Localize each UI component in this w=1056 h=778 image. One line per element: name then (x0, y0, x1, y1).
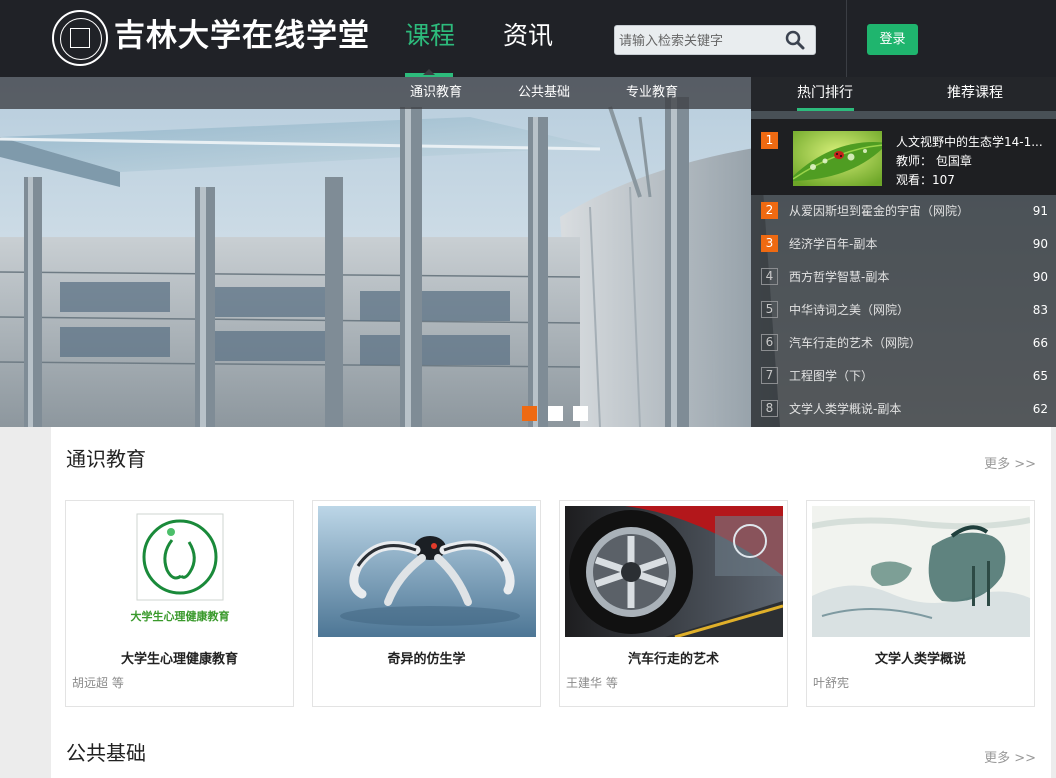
more-link-general-education[interactable]: 更多 >> (984, 453, 1036, 472)
ranking-course-title[interactable]: 从爱因斯坦到霍金的宇宙（网院） (789, 195, 969, 227)
rank-number: 3 (761, 235, 778, 252)
ranking-course-title[interactable]: 西方哲学智慧-副本 (789, 261, 889, 293)
ranking-row[interactable]: 6 汽车行走的艺术（网院） 66 (751, 327, 1056, 360)
rank-number: 2 (761, 202, 778, 219)
nav-caret-icon (423, 69, 435, 75)
course-card[interactable]: 文学人类学概说 叶舒宪 (806, 500, 1035, 707)
course-thumbnail-car-wheel (565, 506, 783, 637)
ranking-course-title[interactable]: 中华诗词之美（网院） (789, 294, 909, 326)
ranking-view-count: 65 (1032, 369, 1048, 383)
course-card[interactable]: 奇异的仿生学 (312, 500, 541, 707)
ranking-course-title[interactable]: 工程图学（下） (789, 360, 873, 392)
nav-courses[interactable]: 课程 (405, 18, 455, 54)
ranking-row[interactable]: 7 工程图学（下） 65 (751, 360, 1056, 393)
site-header: 吉林大学在线学堂 课程 资讯 登录 (0, 0, 1056, 77)
section-title-public-foundation: 公共基础 (66, 741, 146, 765)
university-seal-icon[interactable] (52, 10, 108, 66)
subnav-public-foundation[interactable]: 公共基础 (518, 77, 570, 109)
carousel-dot-1[interactable] (522, 406, 537, 421)
course-card[interactable]: 大学生心理健康教育 大学生心理健康教育 胡远超 等 (65, 500, 294, 707)
ranking-view-count: 91 (1032, 204, 1048, 218)
active-tab-indicator (797, 108, 854, 111)
course-thumbnail-landscape-painting (812, 506, 1030, 637)
logo-site-name: 在线学堂 (242, 18, 370, 54)
rank-number: 5 (761, 301, 778, 318)
carousel-dot-2[interactable] (548, 406, 563, 421)
ranking-course-title[interactable]: 经济学百年-副本 (789, 228, 877, 260)
rank-number: 8 (761, 400, 778, 417)
top-course-teacher: 教师： 包国章 (896, 154, 972, 168)
course-title[interactable]: 奇异的仿生学 (313, 648, 540, 667)
ranking-view-count: 90 (1032, 237, 1048, 251)
hero-banner[interactable]: 通识教育 公共基础 专业教育 热门排行 推荐课程 1 人文视野中的生态学14-1… (0, 77, 1056, 427)
ranking-top-item[interactable]: 1 人文视野中的生态学14-1... 教师： 包国章 观看：107 (751, 119, 1056, 195)
header-divider (846, 0, 847, 77)
course-thumbnail-psychology-logo: 大学生心理健康教育 (71, 506, 289, 637)
site-logo[interactable]: 吉林大学在线学堂 (114, 14, 370, 58)
ranking-course-title[interactable]: 汽车行走的艺术（网院） (789, 327, 921, 359)
main-content: 通识教育 更多 >> 大学生心理健康教育 大学生心理健康教育 胡远超 等 奇异的… (51, 427, 1051, 778)
rank-number: 4 (761, 268, 778, 285)
top-course-views: 观看：107 (896, 173, 955, 187)
subnav-general-education[interactable]: 通识教育 (410, 77, 462, 109)
course-title[interactable]: 汽车行走的艺术 (560, 648, 787, 667)
login-button[interactable]: 登录 (867, 24, 918, 55)
course-title[interactable]: 大学生心理健康教育 (66, 648, 293, 667)
search-icon[interactable] (785, 30, 805, 50)
logo-university-name: 吉林大学 (114, 18, 242, 54)
more-link-public-foundation[interactable]: 更多 >> (984, 747, 1036, 766)
course-title[interactable]: 文学人类学概说 (807, 648, 1034, 667)
ranking-view-count: 66 (1032, 336, 1048, 350)
course-teacher: 胡远超 等 (72, 676, 124, 690)
ranking-tabs: 热门排行 推荐课程 (751, 77, 1056, 111)
tab-recommended-courses[interactable]: 推荐课程 (947, 77, 1003, 109)
rank-number: 7 (761, 367, 778, 384)
ranking-panel: 热门排行 推荐课程 1 人文视野中的生态学14-1... 教师： 包国章 观看：… (751, 77, 1056, 427)
ranking-view-count: 90 (1032, 270, 1048, 284)
tab-hot-ranking[interactable]: 热门排行 (797, 77, 853, 109)
search-input[interactable] (619, 30, 779, 52)
course-thumbnail-robot-spider (318, 506, 536, 637)
ranking-row[interactable]: 8 文学人类学概说-副本 62 (751, 393, 1056, 426)
ranking-row[interactable]: 3 经济学百年-副本 90 (751, 228, 1056, 261)
course-teacher: 叶舒宪 (813, 676, 850, 690)
nav-news[interactable]: 资讯 (503, 18, 553, 54)
rank-number: 6 (761, 334, 778, 351)
ranking-row[interactable]: 5 中华诗词之美（网院） 83 (751, 294, 1056, 327)
subnav-professional-education[interactable]: 专业教育 (626, 77, 678, 109)
course-teacher: 王建华 等 (566, 676, 618, 690)
section-title-general-education: 通识教育 (66, 447, 146, 471)
carousel-dot-3[interactable] (573, 406, 588, 421)
course-card[interactable]: 汽车行走的艺术 王建华 等 (559, 500, 788, 707)
ranking-row[interactable]: 4 西方哲学智慧-副本 90 (751, 261, 1056, 294)
top-course-title[interactable]: 人文视野中的生态学14-1... (896, 133, 1048, 150)
search-box (614, 25, 816, 55)
ranking-row[interactable]: 2 从爱因斯坦到霍金的宇宙（网院） 91 (751, 195, 1056, 228)
ranking-view-count: 83 (1032, 303, 1048, 317)
course-thumbnail-leaf-ladybug (793, 131, 882, 186)
ranking-view-count: 62 (1032, 402, 1048, 416)
rank-number: 1 (761, 132, 778, 149)
sub-nav: 通识教育 公共基础 专业教育 (0, 77, 751, 109)
ranking-course-title[interactable]: 文学人类学概说-副本 (789, 393, 901, 425)
psychology-logo-caption: 大学生心理健康教育 (130, 610, 230, 623)
